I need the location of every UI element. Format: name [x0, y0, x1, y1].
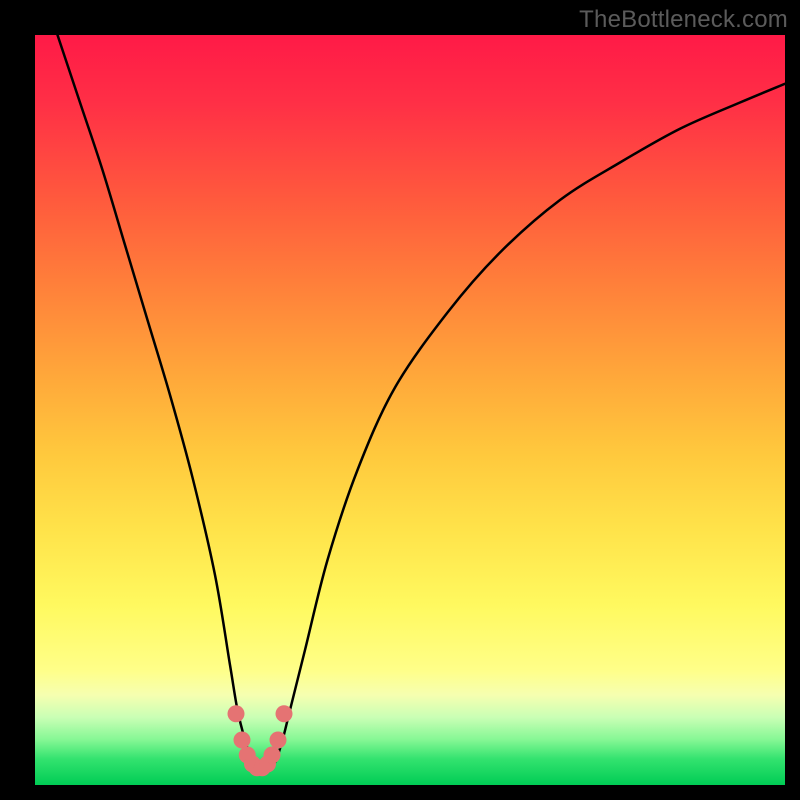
- plot-area: [35, 35, 785, 785]
- marker-dot: [276, 705, 293, 722]
- marker-dot: [270, 732, 287, 749]
- curve-markers: [228, 705, 293, 776]
- watermark-text: TheBottleneck.com: [579, 6, 788, 34]
- curve-line: [58, 35, 786, 769]
- bottleneck-curve: [35, 35, 785, 785]
- marker-dot: [264, 747, 281, 764]
- marker-dot: [228, 705, 245, 722]
- chart-frame: TheBottleneck.com: [0, 0, 800, 800]
- marker-dot: [234, 732, 251, 749]
